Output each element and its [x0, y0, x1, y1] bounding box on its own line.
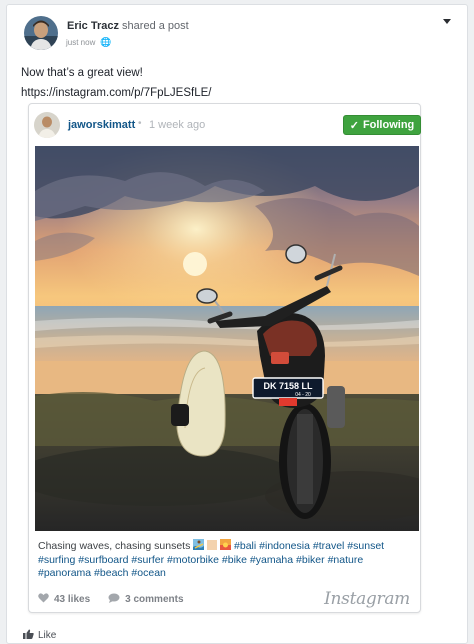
- post-meta: just now 🌐: [66, 37, 112, 48]
- author-name[interactable]: Eric Tracz: [67, 20, 119, 32]
- post-text: Now that’s a great view!: [21, 67, 143, 79]
- following-button[interactable]: ✓ Following: [343, 115, 421, 135]
- comments-stat[interactable]: 3 comments: [108, 593, 184, 606]
- instagram-photo[interactable]: DK 7158 LL 04 - 20: [35, 146, 419, 531]
- hashtag[interactable]: #ocean: [131, 567, 165, 579]
- hashtag[interactable]: #nature: [328, 554, 364, 566]
- skin-tone-emoji-icon: [207, 540, 218, 554]
- hashtag[interactable]: #bali: [234, 540, 256, 552]
- likes-stat[interactable]: 43 likes: [38, 593, 90, 606]
- like-button[interactable]: Like: [23, 629, 56, 642]
- hashtag[interactable]: #beach: [94, 567, 128, 579]
- instagram-embed: jaworskimatt • 1 week ago ✓ Following DK…: [28, 103, 421, 613]
- post-options-caret[interactable]: [443, 19, 451, 24]
- comment-bubble-icon: [108, 593, 120, 606]
- likes-count: 43 likes: [54, 594, 91, 605]
- hashtag[interactable]: #yamaha: [250, 554, 293, 566]
- checkmark-icon: ✓: [349, 119, 359, 132]
- engagement-stats: 43 likes 3 comments: [38, 593, 202, 606]
- plate-text-line2: 04 - 20: [295, 392, 311, 398]
- globe-icon[interactable]: 🌐: [100, 37, 111, 48]
- post-header: Eric Tracz shared a post: [67, 20, 189, 32]
- author-avatar[interactable]: [24, 16, 58, 50]
- surfer-emoji-icon: [193, 539, 205, 554]
- instagram-post-age[interactable]: 1 week ago: [149, 119, 205, 131]
- post-link[interactable]: https://instagram.com/p/7FpLJESfLE/: [21, 87, 211, 99]
- hashtag[interactable]: #travel: [313, 540, 345, 552]
- hashtag[interactable]: #bike: [222, 554, 247, 566]
- instagram-avatar[interactable]: [34, 112, 60, 138]
- hashtag[interactable]: #surfboard: [78, 554, 128, 566]
- following-label: Following: [362, 119, 415, 131]
- like-label: Like: [38, 630, 57, 641]
- hashtag[interactable]: #motorbike: [167, 554, 219, 566]
- sunset-emoji-icon: [220, 539, 232, 554]
- hashtag[interactable]: #surfing: [38, 554, 75, 566]
- instagram-username[interactable]: jaworskimatt: [68, 119, 135, 131]
- post-card: Eric Tracz shared a post just now 🌐 Now …: [6, 4, 468, 644]
- instagram-logo[interactable]: Instagram: [324, 589, 410, 609]
- heart-icon: [38, 593, 49, 606]
- instagram-caption: Chasing waves, chasing sunsets #bali #in…: [38, 539, 414, 580]
- hashtag[interactable]: #surfer: [131, 554, 164, 566]
- thumbs-up-icon: [23, 629, 34, 642]
- hashtag[interactable]: #indonesia: [259, 540, 310, 552]
- post-action: shared a post: [122, 20, 189, 32]
- separator-dot: •: [138, 118, 142, 129]
- comments-count: 3 comments: [125, 594, 184, 605]
- hashtag[interactable]: #biker: [296, 554, 325, 566]
- timestamp[interactable]: just now: [66, 38, 95, 47]
- hashtag[interactable]: #panorama: [38, 567, 91, 579]
- hashtag[interactable]: #sunset: [347, 540, 384, 552]
- plate-text-line1: DK 7158 LL: [263, 381, 313, 391]
- caption-lead: Chasing waves, chasing sunsets: [38, 540, 191, 552]
